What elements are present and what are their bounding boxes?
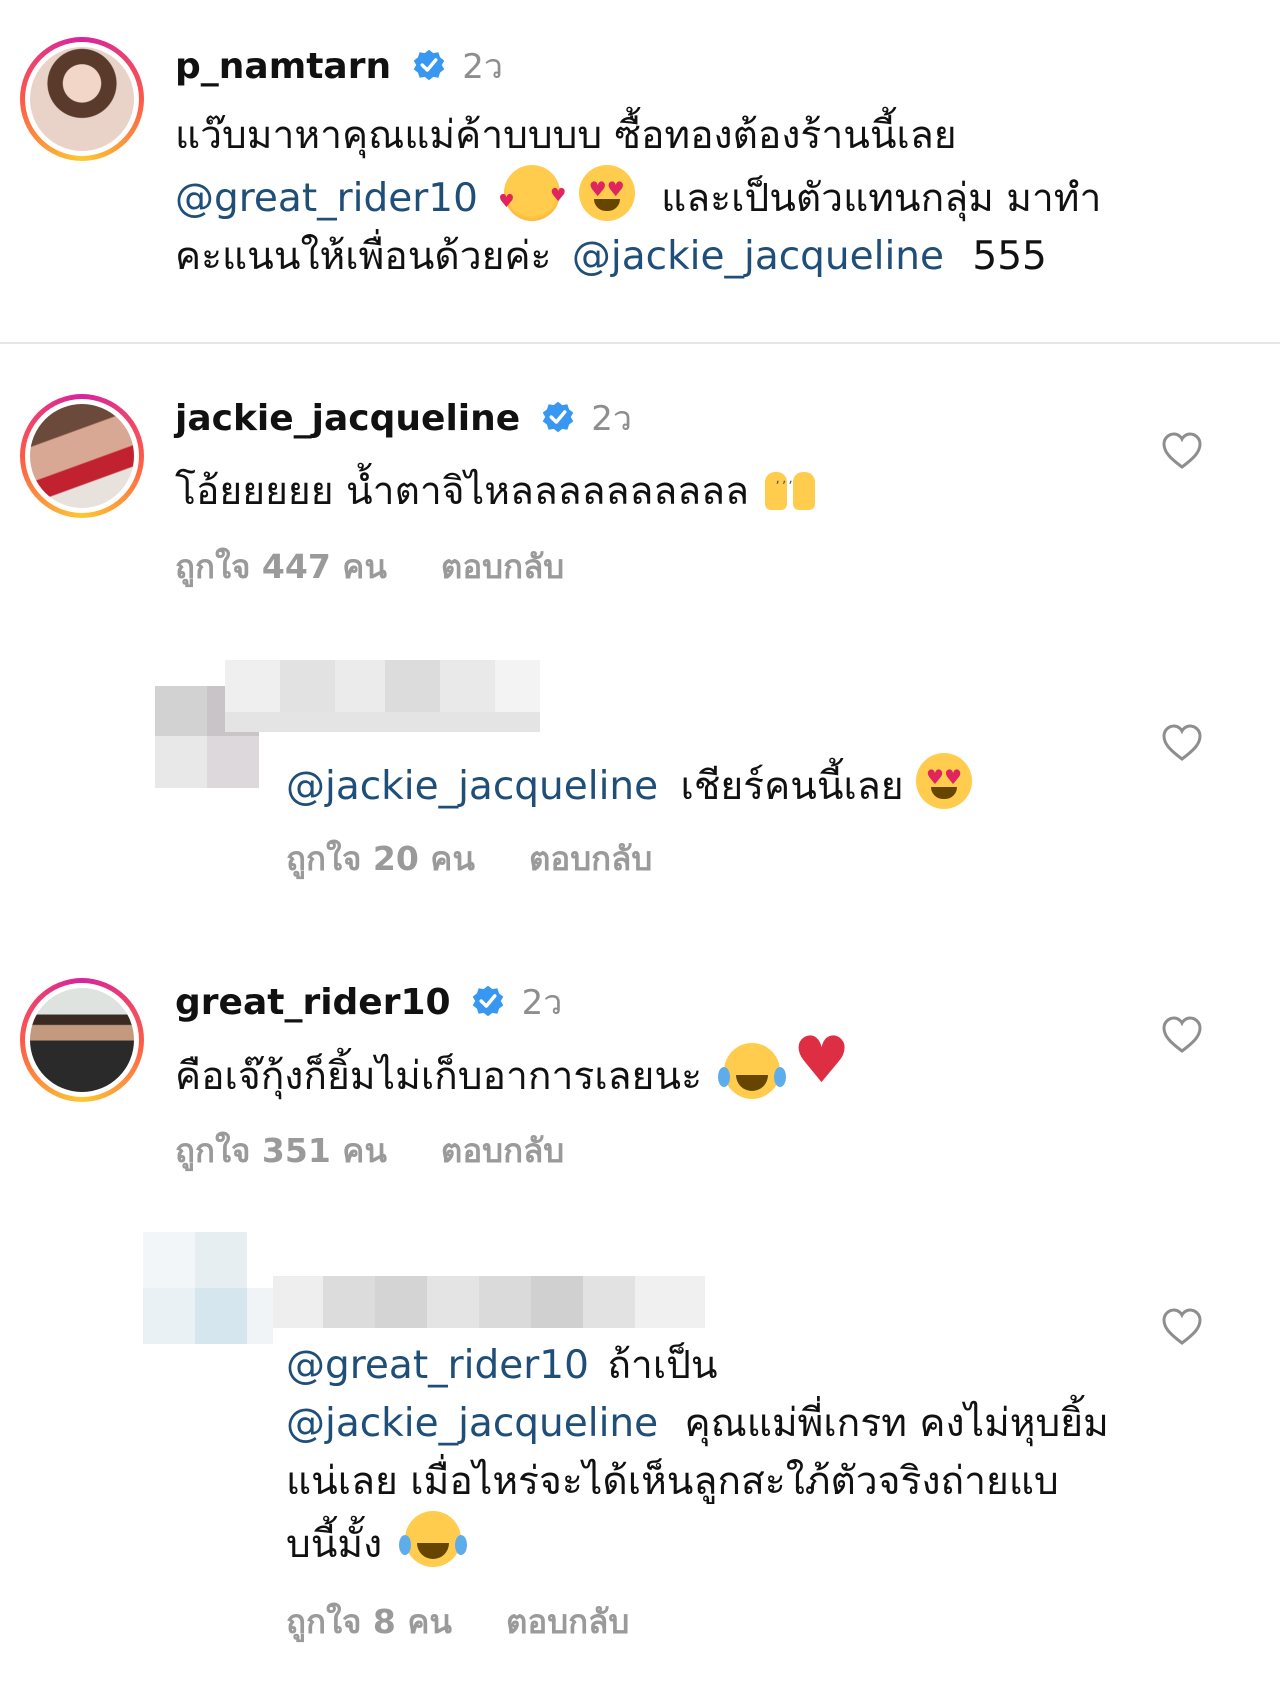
mention-link[interactable]: @great_rider10 xyxy=(175,176,478,221)
comment-time: 2ว xyxy=(462,47,503,87)
comment-meta: ถูกใจ 20 คน ตอบกลับ xyxy=(286,842,652,875)
comment-text: แว๊บมาหาคุณแม่ค้าบบบบ ซื้อทองต้องร้านนี้… xyxy=(175,113,1102,279)
blurred-username xyxy=(225,660,540,732)
avatar-great-rider10[interactable] xyxy=(20,978,144,1102)
mention-link[interactable]: @jackie_jacqueline xyxy=(286,1401,658,1446)
like-heart-icon[interactable] xyxy=(1162,1308,1202,1346)
verified-badge-icon xyxy=(542,401,574,433)
reply-button[interactable]: ตอบกลับ xyxy=(529,839,652,878)
reply-button[interactable]: ตอบกลับ xyxy=(441,1131,564,1170)
verified-badge-icon xyxy=(413,49,444,81)
username-text[interactable]: p_namtarn xyxy=(175,46,391,87)
comment-meta: ถูกใจ 8 คน ตอบกลับ xyxy=(286,1605,629,1638)
comment-username[interactable]: p_namtarn 2ว xyxy=(175,48,503,85)
comment-time: 2ว xyxy=(521,983,563,1023)
comment-meta: ถูกใจ 447 คน ตอบกลับ xyxy=(175,550,564,583)
raising-hands-emoji: ʼʼʼ xyxy=(761,458,821,514)
comment-username[interactable]: jackie_jacqueline 2ว xyxy=(175,400,632,437)
avatar-jackie-jacqueline[interactable] xyxy=(20,394,144,518)
reply-text: @great_rider10 ถ้าเป็น @jackie_jacquelin… xyxy=(286,1343,1109,1567)
divider xyxy=(0,342,1280,344)
likes-count[interactable]: ถูกใจ 447 คน xyxy=(175,547,387,586)
blurred-avatar xyxy=(143,1232,273,1344)
reply-button[interactable]: ตอบกลับ xyxy=(506,1602,629,1641)
likes-count[interactable]: ถูกใจ 20 คน xyxy=(286,839,475,878)
comment-text: โอ้ยยยยย น้ำตาจิไหลลลลลลลลลล ʼʼʼ xyxy=(175,458,1075,521)
avatar-p-namtarn[interactable] xyxy=(20,37,144,161)
red-heart-emoji: ♥ xyxy=(792,1024,851,1098)
mention-link[interactable]: @jackie_jacqueline xyxy=(572,234,944,279)
likes-count[interactable]: ถูกใจ 351 คน xyxy=(175,1131,387,1170)
like-heart-icon[interactable] xyxy=(1162,1016,1202,1054)
comment-username[interactable]: great_rider10 2ว xyxy=(175,984,562,1021)
username-text[interactable]: great_rider10 xyxy=(175,982,451,1023)
reply-text: @jackie_jacqueline เชียร์คนนี้เลย ♥ ♥ xyxy=(286,753,1116,816)
comment-meta: ถูกใจ 351 คน ตอบกลับ xyxy=(175,1134,564,1167)
reply-button[interactable]: ตอบกลับ xyxy=(441,547,564,586)
username-text[interactable]: jackie_jacqueline xyxy=(175,398,520,439)
likes-count[interactable]: ถูกใจ 8 คน xyxy=(286,1602,452,1641)
heart-eyes-emoji: ♥ ♥ xyxy=(916,753,973,809)
mention-link[interactable]: @great_rider10 xyxy=(286,1343,589,1388)
heart-eyes-emoji: ♥ ♥ xyxy=(578,165,635,221)
smiling-hearts-emoji: ♥ ♥ xyxy=(498,165,566,221)
like-heart-icon[interactable] xyxy=(1162,432,1202,470)
tears-of-joy-emoji xyxy=(398,1511,467,1567)
blurred-username xyxy=(273,1276,705,1328)
mention-link[interactable]: @jackie_jacqueline xyxy=(286,764,658,809)
comment-text: คือเจ๊กุ้งก็ยิ้มไม่เก็บอาการเลยนะ ♥ xyxy=(175,1024,1075,1106)
verified-badge-icon xyxy=(472,985,504,1017)
like-heart-icon[interactable] xyxy=(1162,724,1202,762)
tears-of-joy-emoji xyxy=(718,1043,787,1099)
comment-time: 2ว xyxy=(591,399,633,439)
